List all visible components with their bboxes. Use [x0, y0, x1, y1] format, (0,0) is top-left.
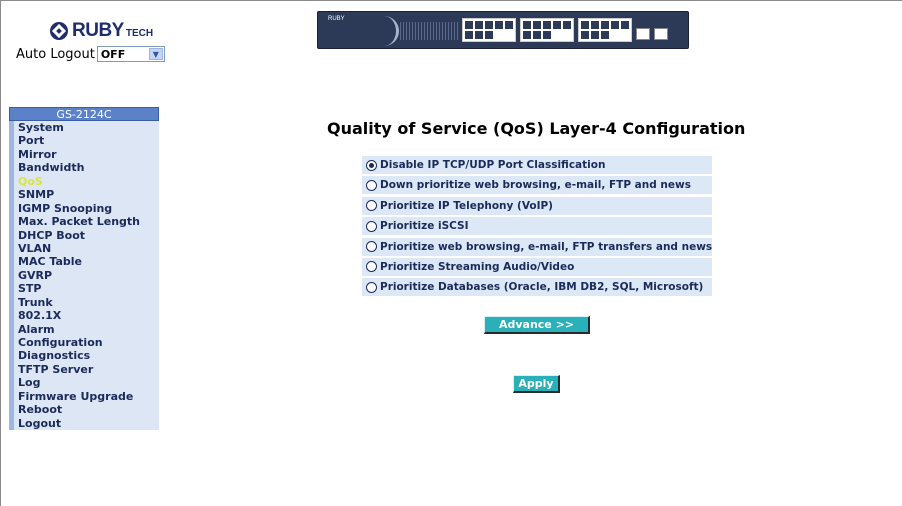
chevron-down-icon[interactable]: ▼: [148, 48, 163, 60]
sidebar-item-gvrp[interactable]: GVRP: [9, 268, 159, 283]
device-sfp-port: [654, 28, 668, 40]
device-sfp-port: [636, 28, 650, 40]
qos-option-label: Prioritize Databases (Oracle, IBM DB2, S…: [380, 281, 704, 294]
qos-option-row[interactable]: Prioritize Databases (Oracle, IBM DB2, S…: [362, 278, 712, 297]
sidebar-item-qos[interactable]: QoS: [9, 174, 159, 189]
sidebar-item-dhcp-boot[interactable]: DHCP Boot: [9, 228, 159, 242]
device-port: [611, 21, 619, 29]
qos-option-row[interactable]: Disable IP TCP/UDP Port Classification: [362, 156, 712, 174]
sidebar-item-alarm[interactable]: Alarm: [9, 322, 159, 336]
radio-button[interactable]: [366, 241, 377, 253]
qos-option-label: Prioritize iSCSI: [380, 220, 469, 233]
sidebar-item-tftp-server[interactable]: TFTP Server: [9, 362, 159, 377]
sidebar-item-port[interactable]: Port: [9, 134, 159, 148]
auto-logout-value: OFF: [100, 47, 126, 61]
qos-option-label: Prioritize web browsing, e-mail, FTP tra…: [380, 240, 713, 253]
window-border-left: [0, 0, 1, 506]
device-port: [543, 31, 551, 39]
sidebar-item-firmware-upgrade[interactable]: Firmware Upgrade: [9, 389, 159, 404]
sidebar-item-log[interactable]: Log: [9, 376, 159, 390]
auto-logout-control: Auto Logout OFF ▼: [16, 46, 165, 62]
page-title: Quality of Service (QoS) Layer-4 Configu…: [327, 119, 746, 138]
device-port-group: [462, 18, 516, 42]
sidebar-item-logout[interactable]: Logout: [9, 416, 159, 431]
device-port: [475, 31, 483, 39]
sidebar-item-stp[interactable]: STP: [9, 282, 159, 296]
qos-option-row[interactable]: Prioritize iSCSI: [362, 217, 712, 236]
sidebar-item-mac-table[interactable]: MAC Table: [9, 255, 159, 269]
qos-option-row[interactable]: Prioritize IP Telephony (VoIP): [362, 196, 712, 215]
device-port: [581, 21, 589, 29]
qos-option-label: Down prioritize web browsing, e-mail, FT…: [380, 179, 691, 192]
rubytech-logo: RUBY TECH: [50, 20, 153, 42]
device-port: [475, 21, 483, 29]
sidebar-item-802-1x[interactable]: 802.1X: [9, 309, 159, 323]
qos-option-label: Disable IP TCP/UDP Port Classification: [380, 159, 606, 171]
device-port: [581, 31, 589, 39]
sidebar-item-max-packet-length[interactable]: Max. Packet Length: [9, 215, 159, 229]
device-port: [553, 21, 561, 29]
sidebar-item-configuration[interactable]: Configuration: [9, 336, 159, 350]
device-port: [533, 31, 541, 39]
sidebar-item-vlan[interactable]: VLAN: [9, 241, 159, 256]
device-port: [505, 21, 513, 29]
sidebar-menu-list: System Port Mirror Bandwidth QoS SNMP IGMP Sno…: [9, 121, 159, 431]
sidebar-menu: GS-2124C System Port Mirror Bandwidth QoS SNM…: [9, 107, 159, 431]
device-port: [601, 21, 609, 29]
auto-logout-select[interactable]: OFF ▼: [96, 46, 165, 62]
auto-logout-label: Auto Logout: [16, 46, 95, 62]
switch-device-image: RUBY: [317, 11, 689, 49]
device-port: [601, 31, 609, 39]
sidebar-item-snmp[interactable]: SNMP: [9, 188, 159, 202]
radio-button[interactable]: [366, 179, 377, 191]
window-border-top: [0, 0, 902, 1]
device-port: [495, 21, 503, 29]
apply-button[interactable]: Apply: [513, 375, 560, 393]
logo-subtext: TECH: [125, 28, 154, 39]
rubytech-logo-icon: [50, 22, 68, 40]
device-port-group: [520, 18, 574, 42]
device-vent: [400, 22, 458, 40]
qos-option-row[interactable]: Prioritize web browsing, e-mail, FTP tra…: [362, 237, 713, 256]
advance-button[interactable]: Advance >>: [484, 316, 590, 334]
device-port: [591, 31, 599, 39]
device-port: [591, 21, 599, 29]
device-swoosh: [366, 16, 399, 46]
radio-button[interactable]: [366, 261, 377, 273]
device-port: [533, 21, 541, 29]
device-port: [485, 21, 493, 29]
sidebar-item-igmp-snooping[interactable]: IGMP Snooping: [9, 201, 159, 216]
device-port: [465, 31, 473, 39]
radio-button[interactable]: [366, 220, 377, 232]
device-port: [621, 21, 629, 29]
device-port: [543, 21, 551, 29]
sidebar-item-system[interactable]: System: [9, 121, 159, 135]
device-port: [523, 31, 531, 39]
radio-button[interactable]: [366, 281, 377, 293]
device-port: [563, 21, 571, 29]
sidebar-item-mirror[interactable]: Mirror: [9, 147, 159, 162]
qos-option-label: Prioritize Streaming Audio/Video: [380, 260, 575, 273]
radio-button[interactable]: [366, 200, 377, 212]
device-port: [523, 21, 531, 29]
sidebar-item-bandwidth[interactable]: Bandwidth: [9, 161, 159, 175]
logo-text: RUBY: [72, 20, 124, 41]
qos-option-row[interactable]: Down prioritize web browsing, e-mail, FT…: [362, 176, 712, 195]
qos-options-list: Disable IP TCP/UDP Port Classification Do…: [362, 156, 712, 299]
qos-option-label: Prioritize IP Telephony (VoIP): [380, 199, 553, 212]
sidebar-item-trunk[interactable]: Trunk: [9, 295, 159, 310]
radio-button-selected[interactable]: [366, 159, 377, 171]
device-port: [465, 21, 473, 29]
qos-option-row[interactable]: Prioritize Streaming Audio/Video: [362, 257, 712, 276]
device-port: [485, 31, 493, 39]
device-port-group: [578, 18, 632, 42]
sidebar-title: GS-2124C: [9, 107, 159, 121]
device-brand-label: RUBY: [328, 16, 345, 22]
sidebar-item-diagnostics[interactable]: Diagnostics: [9, 349, 159, 363]
sidebar-item-reboot[interactable]: Reboot: [9, 403, 159, 417]
